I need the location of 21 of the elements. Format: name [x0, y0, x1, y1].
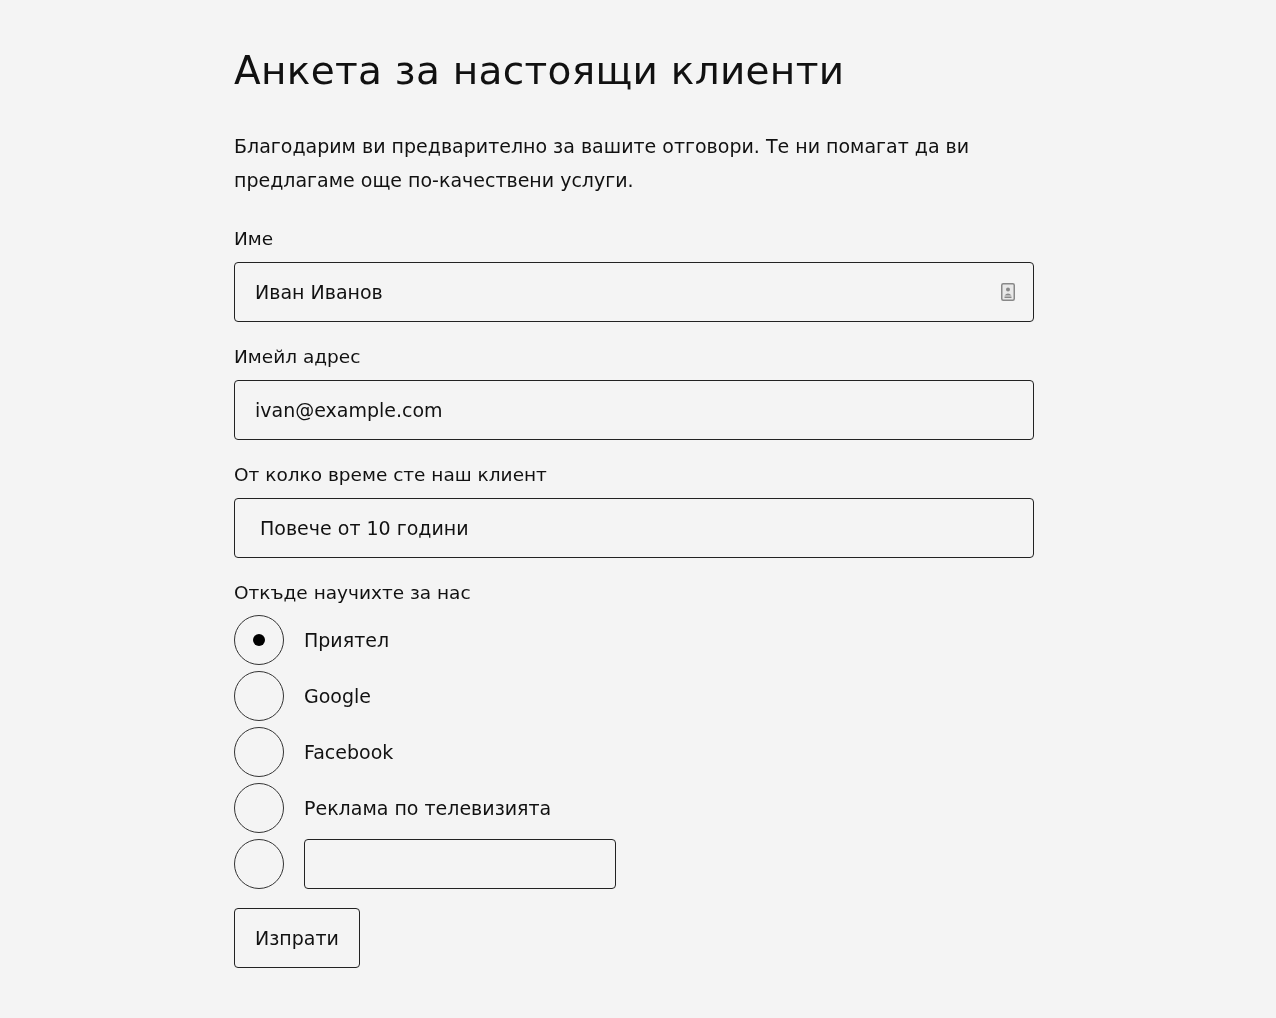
field-label: От колко време сте наш клиент: [234, 463, 548, 487]
radio-label[interactable]: Приятел: [304, 627, 390, 653]
contact-card-icon[interactable]: [1001, 283, 1015, 301]
submit-button[interactable]: Изпрати: [234, 908, 360, 968]
select-field[interactable]: Повече от 10 години: [234, 498, 1034, 558]
radio-button[interactable]: [234, 615, 284, 665]
radio-button[interactable]: [234, 839, 284, 889]
field-label: Име: [234, 227, 275, 251]
field-label: Имейл адрес: [234, 345, 362, 369]
radio-button[interactable]: [234, 783, 284, 833]
intro-text: Благодарим ви предварително за вашите отговори. Те ни помагат да ви предлагаме още по-качествени услуги.: [234, 134, 971, 193]
text-input[interactable]: Иван Иванов: [234, 262, 1034, 322]
text-input[interactable]: ivan@example.com: [234, 380, 1034, 440]
radio-button[interactable]: [234, 727, 284, 777]
radio-button[interactable]: [234, 671, 284, 721]
other-input-field[interactable]: [304, 839, 616, 889]
radio-label[interactable]: Реклама по телевизията: [304, 795, 552, 821]
radio-label[interactable]: Google: [304, 683, 371, 709]
radio-label[interactable]: Facebook: [304, 739, 394, 765]
field-label: Откъде научихте за нас: [234, 581, 472, 605]
page-title: Анкета за настоящи клиенти: [234, 47, 846, 95]
